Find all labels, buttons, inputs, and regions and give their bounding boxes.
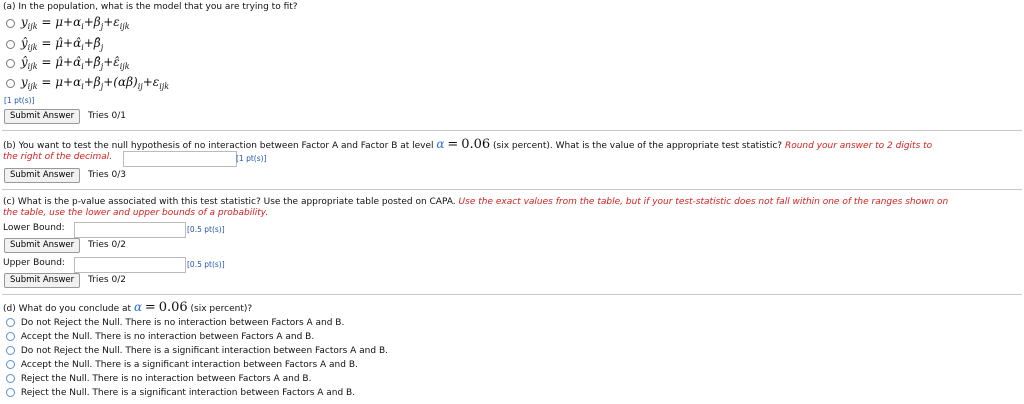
- part-a-option-4[interactable]: yijk = μ+αi+βj+(αβ)ij+εijk: [6, 75, 169, 91]
- model-formula: yijk = μ+αi+βj+εijk: [20, 15, 130, 31]
- model-formula: ŷijk = μ̂+α̂i+β̂j: [20, 36, 104, 52]
- lower-bound-submit-button[interactable]: Submit Answer: [4, 238, 81, 253]
- part-c-question: (c) What is the p-value associated with …: [3, 197, 948, 207]
- radio-button[interactable]: [6, 332, 15, 341]
- divider: [2, 294, 1022, 295]
- part-d-question-suffix: (six percent)?: [190, 304, 253, 314]
- radio-button[interactable]: [6, 19, 15, 28]
- model-formula: yijk = μ+αi+βj+(αβ)ij+εijk: [20, 75, 170, 91]
- part-d-option-1[interactable]: Do not Reject the Null. There is no inte…: [6, 318, 344, 328]
- part-d-option-4[interactable]: Accept the Null. There is a significant …: [6, 360, 358, 370]
- radio-button[interactable]: [6, 346, 15, 355]
- part-a-option-3[interactable]: ŷijk = μ̂+α̂i+β̂j+ε̂ijk: [6, 55, 130, 71]
- radio-button[interactable]: [6, 374, 15, 383]
- divider: [2, 130, 1022, 131]
- model-formula: ŷijk = μ̂+α̂i+β̂j+ε̂ijk: [20, 55, 130, 71]
- option-label: Do not Reject the Null. There is no inte…: [20, 318, 345, 328]
- upper-bound-input[interactable]: [74, 257, 186, 273]
- part-b-tries: Tries 0/3: [88, 170, 126, 180]
- radio-button[interactable]: [6, 79, 15, 88]
- part-b-question: (b) You want to test the null hypothesis…: [3, 137, 932, 152]
- part-b-points: [1 pt(s)]: [236, 154, 267, 163]
- radio-button[interactable]: [6, 318, 15, 327]
- upper-bound-submit-button[interactable]: Submit Answer: [4, 273, 81, 288]
- part-d-option-6[interactable]: Reject the Null. There is a significant …: [6, 388, 355, 398]
- test-statistic-input[interactable]: [123, 151, 237, 167]
- part-d-question: (d) What do you conclude at α = 0.06 (si…: [3, 300, 252, 315]
- part-b-instruction-2: the right of the decimal.: [3, 152, 113, 162]
- upper-bound-tries: Tries 0/2: [88, 275, 126, 285]
- radio-button[interactable]: [6, 388, 15, 397]
- lower-bound-tries: Tries 0/2: [88, 240, 126, 250]
- part-b-question-suffix: (six percent). What is the value of the …: [493, 141, 783, 151]
- part-d-option-3[interactable]: Do not Reject the Null. There is a signi…: [6, 346, 388, 356]
- alpha-value: 0.06: [461, 137, 491, 152]
- part-c-instruction-1: Use the exact values from the table, but…: [458, 197, 949, 207]
- part-d-option-2[interactable]: Accept the Null. There is no interaction…: [6, 332, 314, 342]
- radio-button[interactable]: [6, 360, 15, 369]
- lower-bound-points: [0.5 pt(s)]: [187, 225, 225, 234]
- part-c-instruction-2: the table, use the lower and upper bound…: [3, 208, 269, 218]
- part-c-question-text: (c) What is the p-value associated with …: [3, 197, 456, 207]
- part-d-question-text: (d) What do you conclude at: [3, 304, 132, 314]
- upper-bound-label: Upper Bound:: [3, 258, 65, 268]
- divider: [2, 189, 1022, 190]
- lower-bound-label: Lower Bound:: [3, 223, 65, 233]
- lower-bound-input[interactable]: [74, 222, 186, 238]
- part-a-points: [1 pt(s)]: [4, 96, 35, 105]
- alpha-value: 0.06: [158, 300, 188, 315]
- option-label: Reject the Null. There is no interaction…: [20, 374, 312, 384]
- option-label: Reject the Null. There is a significant …: [20, 388, 356, 398]
- option-label: Accept the Null. There is no interaction…: [20, 332, 315, 342]
- part-d-option-5[interactable]: Reject the Null. There is no interaction…: [6, 374, 311, 384]
- radio-button[interactable]: [6, 40, 15, 49]
- alpha-symbol: α: [133, 300, 143, 314]
- part-b-instruction-1: Round your answer to 2 digits to: [784, 141, 933, 151]
- alpha-symbol: α: [436, 137, 445, 151]
- part-a-tries: Tries 0/1: [88, 111, 126, 121]
- upper-bound-points: [0.5 pt(s)]: [187, 260, 225, 269]
- part-b-submit-button[interactable]: Submit Answer: [4, 168, 81, 183]
- part-b-question-text: (b) You want to test the null hypothesis…: [3, 141, 434, 151]
- option-label: Do not Reject the Null. There is a signi…: [20, 346, 388, 356]
- option-label: Accept the Null. There is a significant …: [20, 360, 358, 370]
- part-a-submit-button[interactable]: Submit Answer: [4, 109, 81, 124]
- radio-button[interactable]: [6, 59, 15, 68]
- part-a-option-1[interactable]: yijk = μ+αi+βj+εijk: [6, 15, 130, 31]
- equals-sign: =: [447, 137, 459, 152]
- part-a-option-2[interactable]: ŷijk = μ̂+α̂i+β̂j: [6, 36, 103, 52]
- part-a-question: (a) In the population, what is the model…: [3, 2, 298, 12]
- equals-sign: =: [144, 300, 156, 315]
